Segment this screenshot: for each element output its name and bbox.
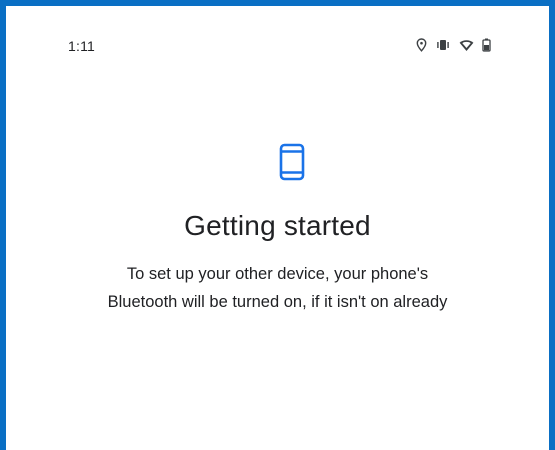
description-line-1: To set up your other device, your phone'… [126, 265, 429, 283]
status-bar: 1:11 [6, 6, 549, 78]
page-title: Getting started [184, 210, 371, 241]
status-time: 1:11 [68, 38, 96, 54]
location-icon [416, 38, 427, 52]
wifi-icon [459, 39, 474, 52]
battery-icon [482, 38, 491, 52]
status-icons [416, 36, 491, 54]
page-description: To set up your other device, your phone'… [6, 260, 549, 316]
phone-icon [279, 143, 305, 181]
description-line-2: Bluetooth will be turned on, if it isn't… [107, 293, 448, 311]
vibrate-icon [435, 38, 451, 52]
device-screen: 1:11 Getting started To set up your othe… [0, 0, 555, 450]
